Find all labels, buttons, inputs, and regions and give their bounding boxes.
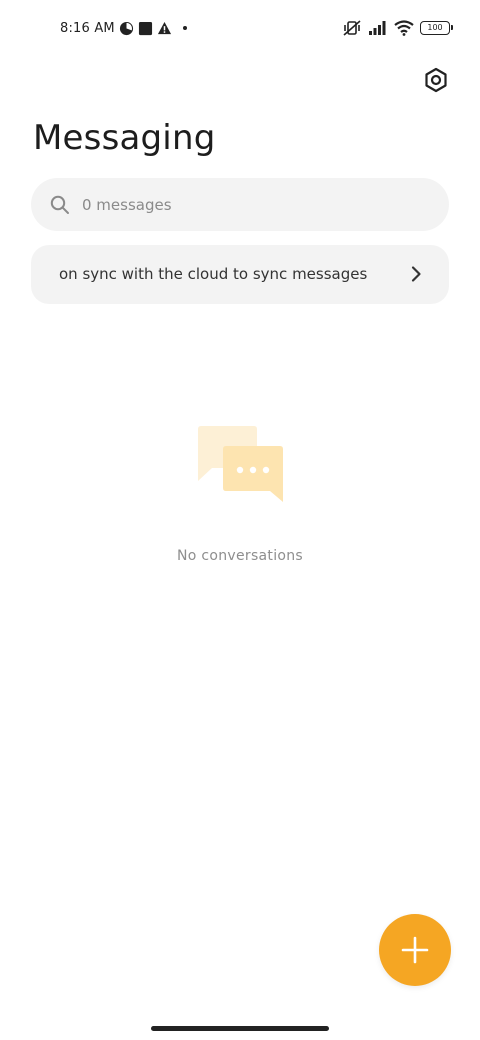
page-title: Messaging xyxy=(33,118,216,158)
search-input[interactable] xyxy=(82,195,402,214)
status-time: 8:16 AM xyxy=(60,20,115,36)
sync-banner-text: on sync with the cloud to sync messages xyxy=(59,265,368,283)
wifi-icon xyxy=(394,20,414,36)
search-icon xyxy=(50,195,70,215)
chat-bubbles-icon xyxy=(196,425,286,505)
sync-banner[interactable]: on sync with the cloud to sync messages xyxy=(31,245,449,304)
search-bar[interactable] xyxy=(31,178,449,231)
square-icon xyxy=(138,21,153,36)
empty-state-text: No conversations xyxy=(176,548,304,564)
chevron-right-icon xyxy=(407,265,425,283)
home-indicator[interactable] xyxy=(151,1026,329,1031)
status-bar: 8:16 AM 100 xyxy=(0,0,480,56)
dot-icon xyxy=(182,25,188,31)
settings-hex-icon xyxy=(425,67,447,93)
vibrate-off-icon xyxy=(342,19,362,37)
warning-icon xyxy=(157,21,172,36)
plus-icon xyxy=(401,936,429,964)
battery-icon: 100 xyxy=(420,21,453,35)
new-conversation-button[interactable] xyxy=(379,914,451,986)
pie-icon xyxy=(119,21,134,36)
signal-icon xyxy=(368,20,388,36)
status-right: 100 xyxy=(342,18,453,38)
messaging-screen: 8:16 AM 100 Messaging 0 messages on sync… xyxy=(0,0,480,1040)
settings-button[interactable] xyxy=(420,64,452,96)
status-left: 8:16 AM xyxy=(60,18,188,38)
